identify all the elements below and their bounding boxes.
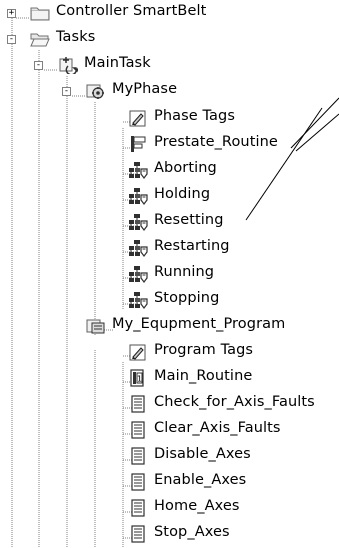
project-tree: + Controller SmartBelt - Tasks - MainTask - MyP…	[0, 0, 339, 548]
tree-item-label: Holding	[154, 186, 211, 202]
tree-item-label: Main_Routine	[154, 368, 253, 384]
tree-item-maintask[interactable]: - MainTask	[0, 52, 339, 78]
collapse-icon[interactable]: -	[62, 87, 71, 96]
tree-item-label: My_Equpment_Program	[112, 316, 286, 332]
routine-icon	[128, 473, 148, 491]
routine-icon	[128, 395, 148, 413]
tree-item-label: Controller SmartBelt	[56, 3, 207, 19]
tree-item-label: Phase Tags	[154, 108, 236, 124]
tree-item-clear-axis-faults[interactable]: Clear_Axis_Faults	[0, 417, 339, 443]
tree-item-program-tags[interactable]: Program Tags	[0, 339, 339, 365]
state-routine-icon	[128, 161, 148, 179]
routine-icon	[128, 421, 148, 439]
tree-item-aborting[interactable]: Aborting	[0, 157, 339, 183]
tree-item-holding[interactable]: Holding	[0, 183, 339, 209]
tree-item-myphase[interactable]: - MyPhase	[0, 78, 339, 104]
state-routine-icon	[128, 187, 148, 205]
state-routine-icon	[128, 213, 148, 231]
tree-item-label: MyPhase	[112, 81, 178, 97]
tree-item-label: Restarting	[154, 238, 230, 254]
tree-item-label: Enable_Axes	[154, 472, 247, 488]
folder-icon	[30, 4, 50, 22]
tree-item-disable-axes[interactable]: Disable_Axes	[0, 443, 339, 469]
collapse-icon[interactable]: -	[7, 35, 16, 44]
open-folder-icon	[30, 30, 50, 48]
tree-item-stopping[interactable]: Stopping	[0, 287, 339, 313]
tree-item-label: Stop_Axes	[154, 524, 230, 540]
tree-item-label: Aborting	[154, 160, 217, 176]
program-icon	[86, 317, 106, 335]
tree-item-running[interactable]: Running	[0, 261, 339, 287]
tree-item-label: Running	[154, 264, 215, 280]
routine-icon	[128, 525, 148, 543]
expand-icon[interactable]: +	[7, 9, 16, 18]
tree-item-prestate-routine[interactable]: Prestate_Routine	[0, 131, 339, 157]
tree-item-label: Check_for_Axis_Faults	[154, 394, 315, 410]
tree-item-my-equpment-program[interactable]: -My_Equpment_Program	[0, 313, 339, 339]
tree-item-tasks[interactable]: - Tasks	[0, 26, 339, 52]
tags-icon	[128, 109, 148, 127]
tree-item-label: Resetting	[154, 212, 224, 228]
tree-item-label: Tasks	[56, 29, 96, 45]
phase-icon	[86, 82, 106, 100]
tree-item-label: Program Tags	[154, 342, 254, 358]
tree-item-label: Disable_Axes	[154, 446, 251, 462]
tree-item-resetting[interactable]: Resetting	[0, 209, 339, 235]
tree-item-restarting[interactable]: Restarting	[0, 235, 339, 261]
tags-icon	[128, 343, 148, 361]
tree-item-home-axes[interactable]: Home_Axes	[0, 495, 339, 521]
collapse-icon[interactable]: -	[34, 61, 43, 70]
tree-item-enable-axes[interactable]: Enable_Axes	[0, 469, 339, 495]
routine-icon	[128, 447, 148, 465]
prestate-routine-icon	[128, 135, 148, 153]
state-routine-icon	[128, 265, 148, 283]
tree-item-phase-tags[interactable]: Phase Tags	[0, 105, 339, 131]
main-routine-icon	[128, 369, 148, 387]
tree-item-check-for-axis-faults[interactable]: Check_for_Axis_Faults	[0, 391, 339, 417]
tree-item-label: Prestate_Routine	[154, 134, 278, 150]
tree-item-label: Home_Axes	[154, 498, 240, 514]
tree-item-stop-axes[interactable]: Stop_Axes	[0, 521, 339, 547]
tree-item-controller-smartbelt[interactable]: + Controller SmartBelt	[0, 0, 339, 26]
tree-item-label: Clear_Axis_Faults	[154, 420, 281, 436]
tree-item-main-routine[interactable]: Main_Routine	[0, 365, 339, 391]
state-routine-icon	[128, 239, 148, 257]
state-routine-icon	[128, 291, 148, 309]
tree-item-label: Stopping	[154, 290, 220, 306]
routine-icon	[128, 499, 148, 517]
task-icon	[58, 56, 78, 74]
tree-item-label: MainTask	[84, 55, 151, 71]
